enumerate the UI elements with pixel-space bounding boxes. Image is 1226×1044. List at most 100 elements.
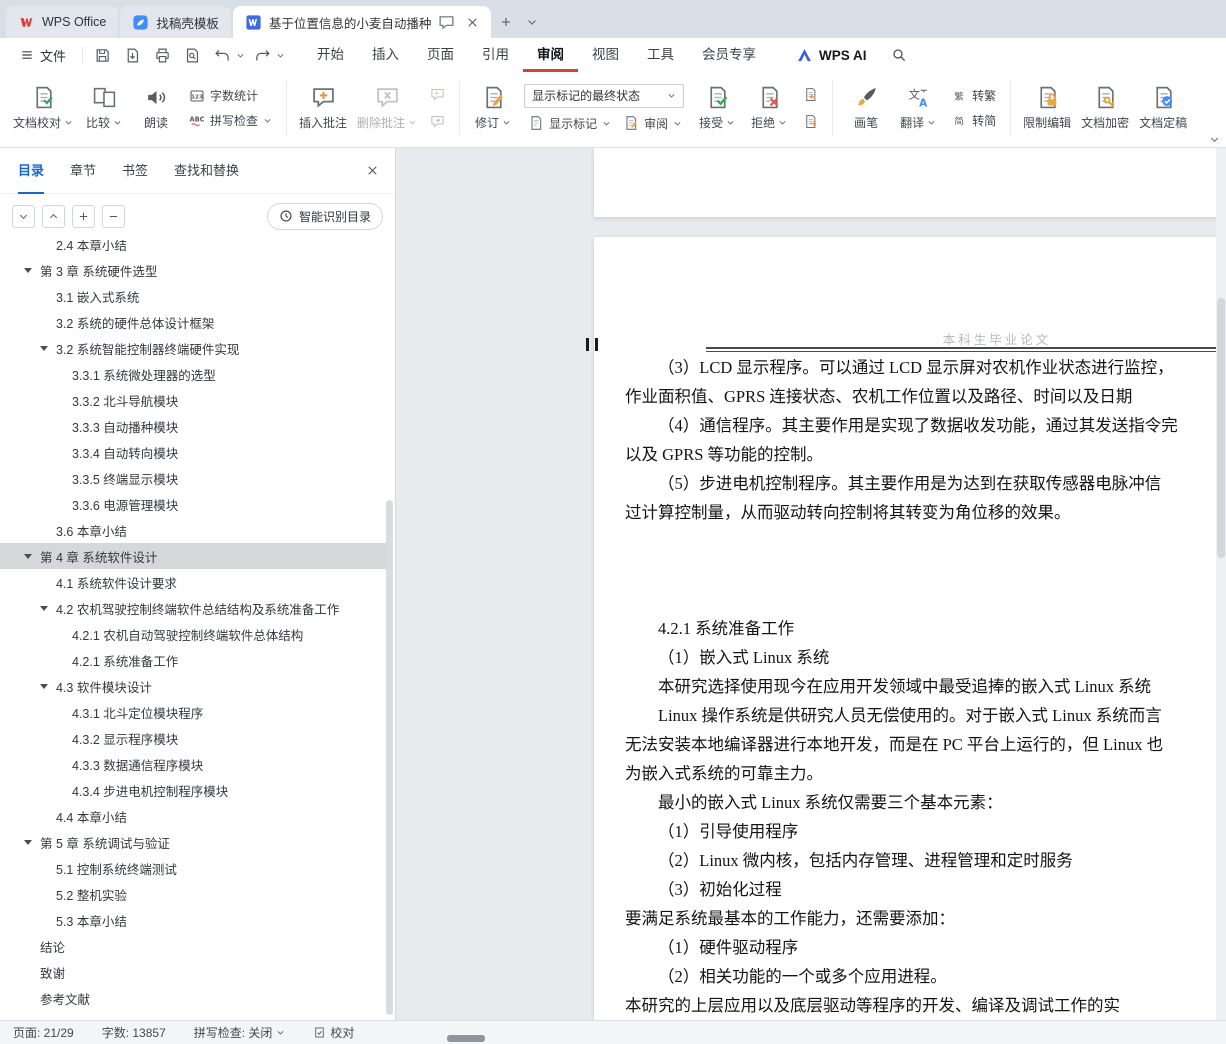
save-button[interactable]: [89, 42, 115, 68]
toc-item[interactable]: 4.1 系统软件设计要求: [0, 569, 387, 595]
redo-button[interactable]: [249, 42, 275, 68]
finalize-document-button[interactable]: 文档定稿: [1134, 77, 1192, 139]
document-page[interactable]: 本科生毕业论文 （3）LCD 显示程序。可以通过 LCD 显示屏对农机作业状态进…: [586, 237, 1226, 1020]
toc-expand-icon[interactable]: [24, 554, 32, 559]
close-sidebar-icon[interactable]: [366, 164, 379, 177]
sidebar-tab-目录[interactable]: 目录: [18, 148, 44, 194]
menu-tab-审阅[interactable]: 审阅: [523, 38, 578, 72]
doc-proofing-button[interactable]: 文档校对: [8, 77, 78, 139]
new-tab-button[interactable]: [493, 6, 519, 38]
toc-item[interactable]: 结论: [0, 933, 387, 959]
collapse-down-button[interactable]: [12, 204, 35, 228]
toc-expand-icon[interactable]: [24, 268, 32, 273]
output-pdf-button[interactable]: [119, 42, 145, 68]
encrypt-document-button[interactable]: 文档加密: [1076, 77, 1134, 139]
next-change-button[interactable]: [798, 111, 822, 132]
toc-item[interactable]: 3.3.6 电源管理模块: [0, 491, 387, 517]
close-tab-icon[interactable]: [466, 16, 479, 29]
collapse-up-button[interactable]: [42, 204, 65, 228]
menu-tab-开始[interactable]: 开始: [303, 38, 358, 72]
window-tab[interactable]: 找稿壳模板: [120, 6, 231, 38]
toc-item[interactable]: 3.3.2 北斗导航模块: [0, 387, 387, 413]
menu-tab-页面[interactable]: 页面: [413, 38, 468, 72]
toc-item[interactable]: 5.2 整机实验: [0, 881, 387, 907]
file-menu-button[interactable]: 文件: [10, 38, 76, 72]
toc-item[interactable]: 3.2 系统智能控制器终端硬件实现: [0, 335, 387, 361]
to-simplified-button[interactable]: 简转简: [947, 111, 1000, 130]
toc-expand-icon[interactable]: [40, 684, 48, 689]
toc-item[interactable]: 4.4 本章小结: [0, 803, 387, 829]
menu-tab-引用[interactable]: 引用: [468, 38, 523, 72]
toc-item[interactable]: 4.3.1 北斗定位模块程序: [0, 699, 387, 725]
ink-brush-button[interactable]: 画笔: [840, 77, 892, 139]
toc-item[interactable]: 3.3.5 终端显示模块: [0, 465, 387, 491]
menu-tab-插入[interactable]: 插入: [358, 38, 413, 72]
show-markup-button[interactable]: 显示标记: [524, 114, 615, 133]
toc-item[interactable]: 致谢: [0, 959, 387, 985]
toc-item[interactable]: 4.2.1 系统准备工作: [0, 647, 387, 673]
toc-item[interactable]: 参考文献: [0, 985, 387, 1011]
toc-item[interactable]: 2.4 本章小结: [0, 240, 387, 257]
read-aloud-button[interactable]: 朗读: [130, 77, 182, 139]
reject-change-button[interactable]: 拒绝: [743, 77, 795, 139]
toc-item[interactable]: 3.3.4 自动转向模块: [0, 439, 387, 465]
toc-item[interactable]: 5.1 控制系统终端测试: [0, 855, 387, 881]
toc-item[interactable]: 3.1 嵌入式系统: [0, 283, 387, 309]
toc-item[interactable]: 4.3.2 显示程序模块: [0, 725, 387, 751]
restrict-editing-button[interactable]: 限制编辑: [1018, 77, 1076, 139]
translate-button[interactable]: 文 A 翻译: [892, 77, 944, 139]
toc-expand-icon[interactable]: [24, 840, 32, 845]
spellcheck-toggle[interactable]: 拼写检查: 关闭: [194, 1024, 286, 1041]
track-changes-button[interactable]: 修订: [467, 77, 519, 139]
toc-item[interactable]: 5.3 本章小结: [0, 907, 387, 933]
sidebar-tab-查找和替换[interactable]: 查找和替换: [174, 148, 239, 194]
markup-state-combobox[interactable]: 显示标记的最终状态: [524, 83, 685, 108]
sidebar-scrollbar[interactable]: [386, 500, 393, 1015]
document-vertical-scrollbar[interactable]: [1216, 148, 1226, 1020]
sidebar-tab-章节[interactable]: 章节: [70, 148, 96, 194]
horizontal-scrollbar-thumb[interactable]: [447, 1035, 485, 1042]
sidebar-tab-书签[interactable]: 书签: [122, 148, 148, 194]
toc-expand-icon[interactable]: [40, 346, 48, 351]
toc-item[interactable]: 4.3.3 数据通信程序模块: [0, 751, 387, 777]
expand-all-button[interactable]: [72, 204, 95, 228]
word-count-button[interactable]: 123 字数统计: [185, 86, 276, 105]
toc-item[interactable]: 第 3 章 系统硬件选型: [0, 257, 387, 283]
wps-ai-button[interactable]: WPS AI: [796, 47, 867, 64]
smart-toc-button[interactable]: 智能识别目录: [266, 202, 383, 230]
toc-item[interactable]: 4.2.1 农机自动驾驶控制终端软件总体结构: [0, 621, 387, 647]
menu-tab-工具[interactable]: 工具: [633, 38, 688, 72]
ribbon-collapse-icon[interactable]: [1209, 134, 1220, 145]
print-preview-button[interactable]: [179, 42, 205, 68]
proofread-button[interactable]: 校对: [313, 1024, 354, 1041]
insert-comment-button[interactable]: 插入批注: [294, 77, 352, 139]
toc-item[interactable]: 3.3.1 系统微处理器的选型: [0, 361, 387, 387]
tab-list-dropdown[interactable]: [519, 6, 545, 38]
previous-change-button[interactable]: [798, 84, 822, 105]
toc-item[interactable]: 第 5 章 系统调试与验证: [0, 829, 387, 855]
print-button[interactable]: [149, 42, 175, 68]
undo-button[interactable]: [209, 42, 235, 68]
word-count-indicator[interactable]: 字数: 13857: [102, 1024, 166, 1041]
accept-change-button[interactable]: 接受: [691, 77, 743, 139]
toc-item[interactable]: 3.2 系统的硬件总体设计框架: [0, 309, 387, 335]
vertical-scrollbar-thumb[interactable]: [1217, 298, 1225, 558]
toc-item[interactable]: 4.3.4 步进电机控制程序模块: [0, 777, 387, 803]
toc-item[interactable]: 第 4 章 系统软件设计: [0, 543, 387, 569]
page-indicator[interactable]: 页面: 21/29: [13, 1024, 74, 1041]
toc-item[interactable]: 4.3 软件模块设计: [0, 673, 387, 699]
toc-item[interactable]: 3.6 本章小结: [0, 517, 387, 543]
compare-button[interactable]: 比较: [78, 77, 130, 139]
collapse-all-button[interactable]: [102, 204, 125, 228]
toc-item[interactable]: 3.3.3 自动播种模块: [0, 413, 387, 439]
menu-tab-会员专享[interactable]: 会员专享: [688, 38, 770, 72]
review-button[interactable]: 审阅: [619, 114, 686, 133]
spell-check-button[interactable]: ABC 拼写检查: [185, 111, 276, 130]
menu-tab-视图[interactable]: 视图: [578, 38, 633, 72]
to-traditional-button[interactable]: 繁转繁: [947, 86, 1000, 105]
toc-expand-icon[interactable]: [40, 606, 48, 611]
toc-item[interactable]: 4.2 农机驾驶控制终端软件总结结构及系统准备工作: [0, 595, 387, 621]
window-tab[interactable]: 基于位置信息的小麦自动播种: [232, 6, 492, 38]
wps-home-tab[interactable]: WPS Office: [6, 6, 119, 38]
search-icon[interactable]: [891, 47, 907, 63]
